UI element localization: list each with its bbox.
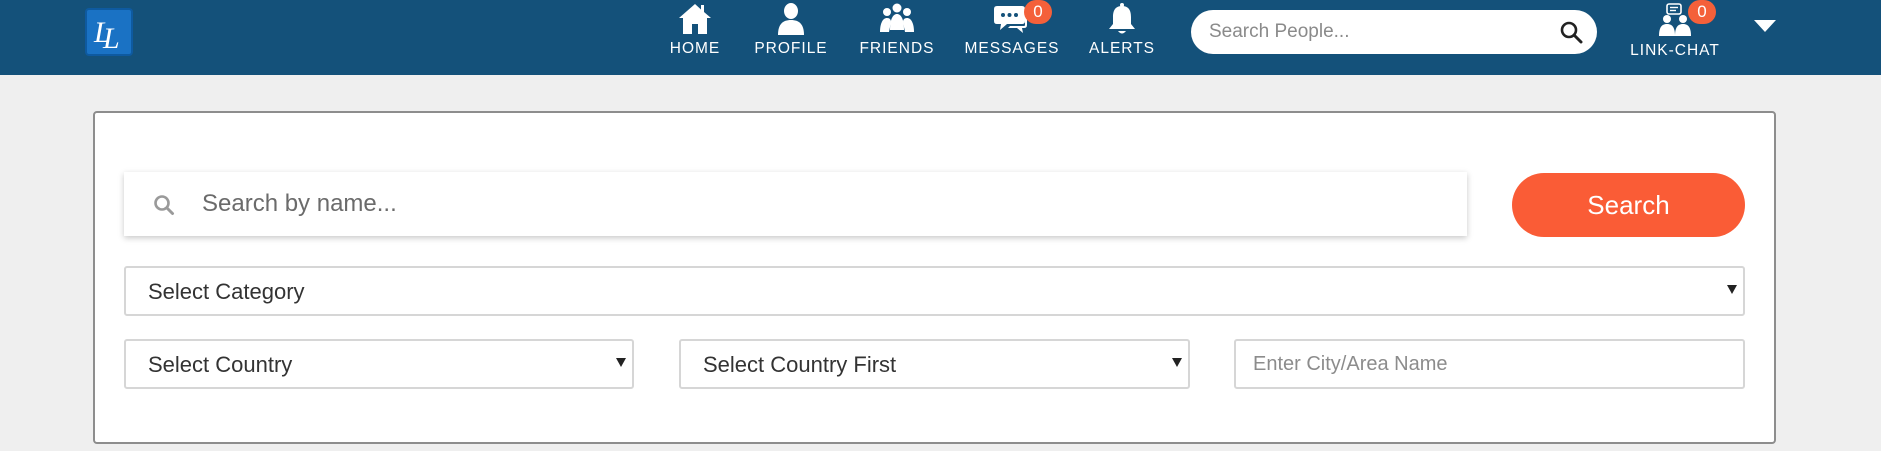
caret-down-icon[interactable] [1754,20,1776,32]
category-select[interactable]: Select Category [124,266,1745,316]
nav-profile[interactable]: PROFILE [752,0,830,75]
bell-icon [1109,3,1135,34]
chat-count-badge: 0 [1688,0,1716,24]
nav-alerts-label: ALERTS [1088,40,1156,57]
name-search-box [124,172,1467,236]
dropdown-arrow-icon [1727,285,1737,294]
friends-icon [880,3,914,32]
nav-profile-label: PROFILE [754,40,828,57]
nav-alerts[interactable]: ALERTS [1087,0,1157,75]
category-select-value: Select Category [148,279,305,304]
chat-group-icon [1659,3,1691,36]
name-search-input[interactable] [202,172,1442,236]
search-icon[interactable] [1559,20,1583,44]
home-icon [679,4,711,34]
nav-link-chat-label: LINK-CHAT [1630,42,1720,59]
state-select-value: Select Country First [703,352,897,377]
messages-count-badge: 0 [1024,0,1052,24]
people-search-input[interactable] [1209,10,1549,54]
site-logo[interactable]: L L [85,8,133,56]
nav-messages-label: MESSAGES [964,40,1060,57]
country-select[interactable]: Select Country [124,339,634,389]
country-select-value: Select Country [148,352,293,377]
search-icon [154,195,174,215]
nav-home-label: HOME [669,40,721,57]
svg-text:L: L [102,22,120,54]
search-button[interactable]: Search [1512,173,1745,237]
dropdown-arrow-icon [1172,358,1182,367]
dropdown-arrow-icon [616,358,626,367]
user-icon [778,3,804,35]
state-select[interactable]: Select Country First [679,339,1190,389]
people-search-box [1191,10,1597,54]
top-navigation-bar: L L HOME PROFILE FRIENDS MESSAGES 0 ALER… [0,0,1881,75]
nav-friends-label: FRIENDS [859,40,935,57]
nav-friends[interactable]: FRIENDS [857,0,937,75]
nav-home[interactable]: HOME [665,0,725,75]
city-area-input[interactable] [1234,339,1745,389]
logo-mark-icon: L L [93,16,120,54]
